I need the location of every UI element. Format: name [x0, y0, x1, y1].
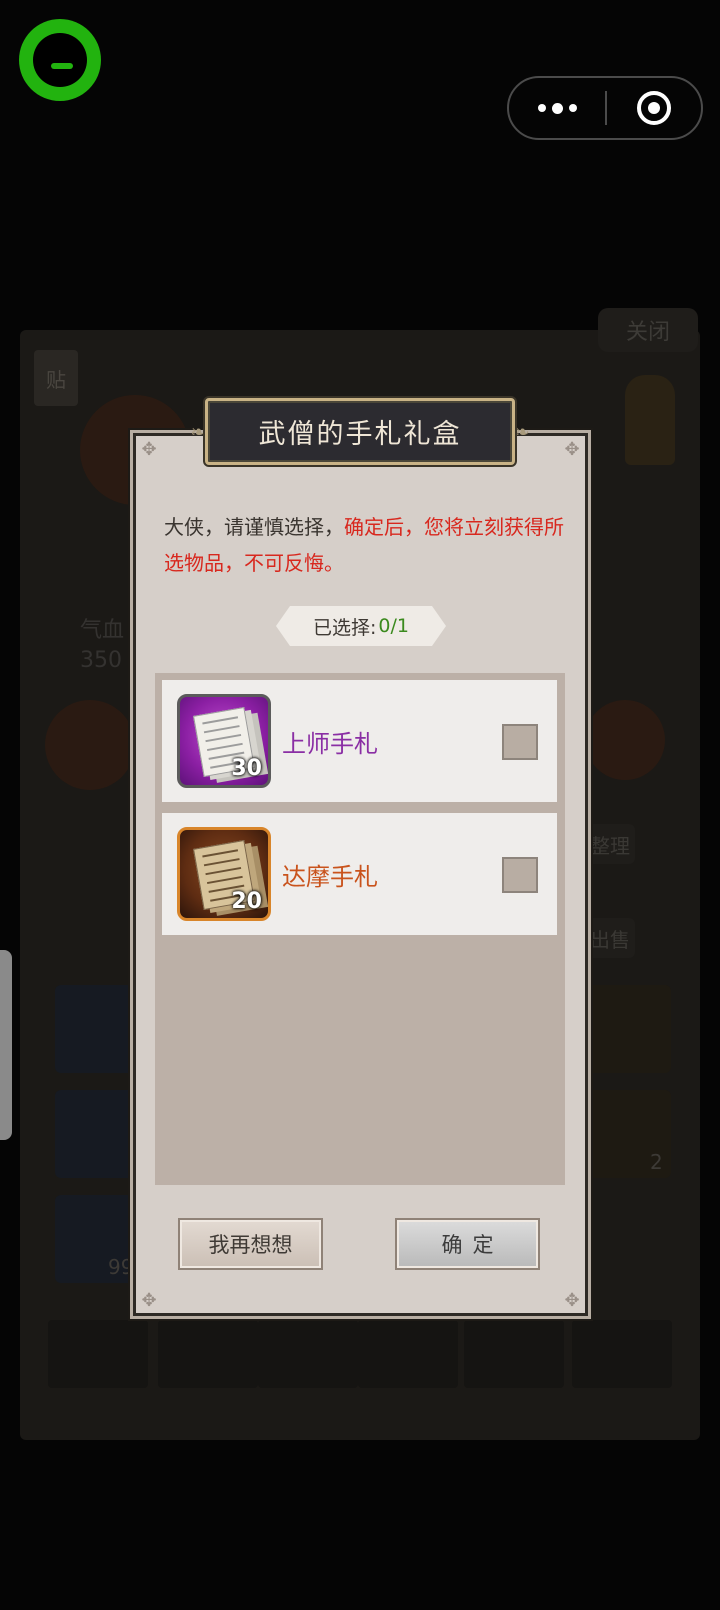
item-quantity: 20: [231, 889, 262, 914]
background-tag: 贴: [34, 350, 78, 406]
selection-counter: 已选择: 0/1: [276, 606, 446, 646]
app-logo-icon[interactable]: [19, 19, 101, 101]
background-sell-button: 出售: [585, 918, 635, 958]
selection-counter-label: 已选择:: [313, 616, 377, 639]
corner-ornament-icon: ✥: [564, 438, 580, 460]
dialog-title-plate: 武僧的手札礼盒: [205, 398, 515, 465]
corner-ornament-icon: ✥: [141, 438, 157, 460]
cancel-button[interactable]: 我再想想: [178, 1218, 323, 1270]
background-slot: [464, 1320, 564, 1388]
background-sort-button: 整理: [585, 824, 635, 864]
mini-program-capsule: [507, 76, 703, 140]
background-skill-icon: [585, 700, 665, 780]
orange-manuscript-icon: 20: [177, 827, 271, 921]
list-item[interactable]: 30 上师手札: [162, 680, 557, 802]
item-quantity: 30: [231, 756, 262, 781]
background-item-count: 99: [108, 1255, 134, 1279]
more-dots-icon[interactable]: [509, 78, 605, 138]
background-value: 350: [80, 648, 122, 673]
corner-ornament-icon: ✥: [141, 1289, 157, 1311]
background-item-count: 2: [650, 1150, 663, 1174]
side-drawer-handle[interactable]: [0, 950, 12, 1140]
target-circle-icon[interactable]: [607, 78, 701, 138]
dialog-title: 武僧的手札礼盒: [258, 419, 462, 450]
item-name: 上师手札: [282, 730, 378, 758]
confirm-button[interactable]: 确定: [395, 1218, 540, 1270]
selection-counter-value: 0/1: [378, 615, 409, 637]
background-slot: [258, 1320, 358, 1388]
background-label: 气血: [80, 618, 125, 643]
selection-notice: 大侠，请谨慎选择，确定后，您将立刻获得所选物品，不可反悔。: [164, 509, 564, 581]
corner-ornament-icon: ✥: [564, 1289, 580, 1311]
item-name: 达摩手札: [282, 863, 378, 891]
background-slot: [358, 1320, 458, 1388]
purple-manuscript-icon: 30: [177, 694, 271, 788]
list-item[interactable]: 20 达摩手札: [162, 813, 557, 935]
item-checkbox[interactable]: [502, 724, 538, 760]
background-slot: [572, 1320, 672, 1388]
item-checkbox[interactable]: [502, 857, 538, 893]
background-item-tile: [575, 985, 671, 1073]
notice-text: 大侠，请谨慎选择，: [164, 515, 344, 539]
background-skill-icon: [45, 700, 135, 790]
background-slot: [48, 1320, 148, 1388]
background-torch-icon: [625, 375, 675, 465]
background-slot: [158, 1320, 258, 1388]
background-close-button: 关闭: [598, 308, 698, 352]
